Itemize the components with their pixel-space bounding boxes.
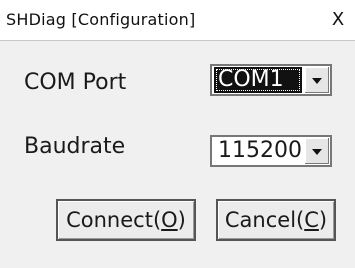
cancel-button-label: Cancel( <box>224 208 305 232</box>
dropdown-arrow-icon[interactable] <box>304 138 329 164</box>
baudrate-value: 115200 <box>218 138 302 163</box>
cancel-accelerator-key: C <box>304 208 319 232</box>
connect-button[interactable]: Connect(O) <box>56 199 196 241</box>
connect-button-label: Connect( <box>66 208 162 232</box>
com-port-value: COM1 <box>214 67 302 93</box>
cancel-button-suffix: ) <box>318 208 328 232</box>
configuration-dialog: SHDiag [Configuration] X COM Port COM1 B… <box>0 0 355 268</box>
window-title: SHDiag [Configuration] <box>6 10 196 29</box>
baudrate-label: Baudrate <box>24 134 126 159</box>
close-button[interactable]: X <box>327 9 349 31</box>
cancel-button[interactable]: Cancel(C) <box>216 199 336 241</box>
connect-button-suffix: ) <box>177 208 186 232</box>
com-port-label: COM Port <box>24 70 127 95</box>
connect-accelerator-key: O <box>161 208 178 232</box>
title-bar[interactable]: SHDiag [Configuration] X <box>0 0 355 41</box>
baudrate-select[interactable]: 115200 <box>210 135 332 167</box>
dropdown-arrow-icon[interactable] <box>304 67 329 93</box>
com-port-select[interactable]: COM1 <box>210 64 332 96</box>
